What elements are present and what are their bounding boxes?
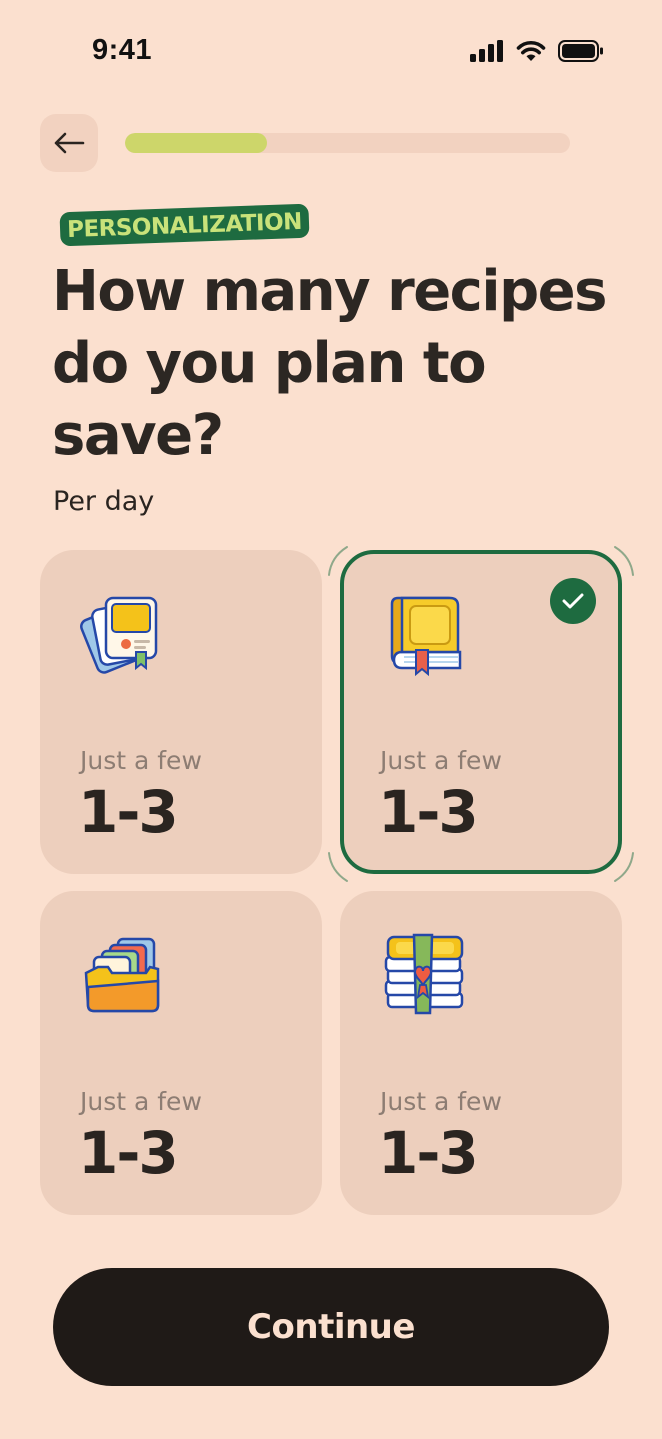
cookbook-icon bbox=[390, 596, 462, 677]
section-tag: PERSONALIZATION bbox=[59, 203, 310, 247]
option-card-4[interactable]: Just a few 1-3 bbox=[340, 891, 622, 1215]
status-time: 9:41 bbox=[92, 34, 153, 66]
option-value: 1-3 bbox=[378, 1119, 479, 1187]
page-title: How many recipes do you plan to save? bbox=[52, 259, 607, 468]
arrow-left-icon bbox=[54, 132, 85, 154]
option-value: 1-3 bbox=[78, 778, 179, 846]
progress-bar bbox=[125, 133, 570, 153]
recipe-cards-icon bbox=[80, 596, 158, 674]
cellular-signal-icon bbox=[470, 40, 503, 62]
option-value: 1-3 bbox=[378, 778, 479, 846]
selected-check-icon bbox=[550, 578, 596, 624]
option-card-1[interactable]: Just a few 1-3 bbox=[40, 550, 322, 874]
recipe-stack-icon bbox=[384, 933, 464, 1015]
battery-icon bbox=[558, 40, 603, 62]
page-subtitle: Per day bbox=[53, 486, 155, 517]
back-button[interactable] bbox=[40, 114, 98, 172]
section-tag-label: PERSONALIZATION bbox=[66, 208, 303, 244]
option-card-2[interactable]: Just a few 1-3 bbox=[340, 550, 622, 874]
option-value: 1-3 bbox=[78, 1119, 179, 1187]
status-icons bbox=[470, 40, 604, 62]
progress-fill bbox=[125, 133, 268, 153]
option-label: Just a few bbox=[380, 1087, 502, 1116]
option-label: Just a few bbox=[80, 1087, 202, 1116]
option-card-3[interactable]: Just a few 1-3 bbox=[40, 891, 322, 1215]
option-label: Just a few bbox=[380, 746, 502, 775]
option-label: Just a few bbox=[80, 746, 202, 775]
recipe-box-icon bbox=[84, 937, 160, 1013]
wifi-icon bbox=[516, 40, 546, 61]
continue-button[interactable]: Continue bbox=[53, 1268, 609, 1386]
continue-button-label: Continue bbox=[247, 1307, 415, 1347]
